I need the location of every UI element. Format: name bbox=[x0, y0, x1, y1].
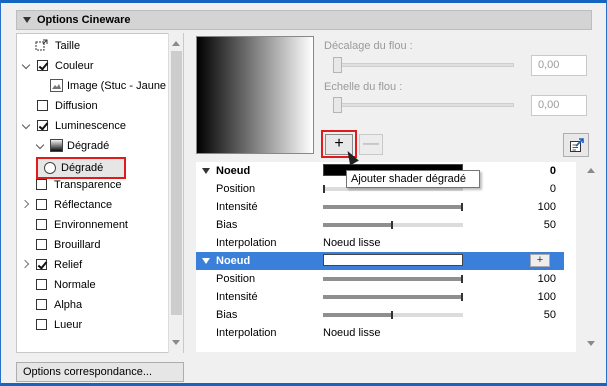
expand-chevron-icon[interactable] bbox=[23, 61, 31, 69]
row-value: 100 bbox=[537, 291, 556, 303]
row-label: Position bbox=[216, 273, 256, 285]
node-row-position[interactable]: Position 100 bbox=[196, 270, 564, 288]
diffusion-checkbox[interactable] bbox=[37, 100, 48, 111]
blur-scale-label: Echelle du flou : bbox=[324, 81, 403, 93]
scroll-up-arrow-icon[interactable] bbox=[587, 168, 595, 173]
expand-chevron-icon[interactable] bbox=[23, 121, 31, 129]
node-row-interpolation[interactable]: Interpolation Noeud lisse bbox=[196, 324, 564, 342]
expand-chevron-icon[interactable] bbox=[37, 141, 45, 149]
node-row-interpolation[interactable]: Interpolation Noeud lisse bbox=[196, 234, 564, 252]
scroll-down-arrow-icon[interactable] bbox=[587, 341, 595, 346]
tree-item-couleur[interactable]: Couleur bbox=[17, 56, 169, 76]
tree-item-taille[interactable]: Taille bbox=[17, 36, 169, 56]
tree-item-label: Couleur bbox=[55, 60, 94, 72]
tooltip: Ajouter shader dégradé bbox=[346, 170, 480, 188]
intensity-slider[interactable] bbox=[323, 203, 463, 211]
collapse-triangle-icon[interactable] bbox=[202, 168, 210, 174]
mapping-options-button[interactable]: Options correspondance... bbox=[16, 362, 184, 382]
export-button[interactable] bbox=[563, 133, 589, 157]
node-row-intensity[interactable]: Intensité 100 bbox=[196, 198, 564, 216]
node-header-selected[interactable]: Noeud + bbox=[196, 252, 564, 270]
blur-scale-knob[interactable] bbox=[333, 97, 342, 113]
remove-button[interactable]: — bbox=[359, 134, 383, 155]
tree-scrollbar[interactable] bbox=[168, 33, 183, 353]
blur-offset-label: Décalage du flou : bbox=[324, 40, 413, 52]
scroll-up-arrow-icon[interactable] bbox=[172, 41, 180, 46]
blur-scale-slider[interactable] bbox=[334, 103, 514, 107]
node-add-button[interactable]: + bbox=[530, 254, 550, 267]
tree-item-label: Image (Stuc - Jaune bbox=[67, 80, 167, 92]
tree-item-label: Dégradé bbox=[61, 162, 104, 174]
bias-slider[interactable] bbox=[323, 221, 463, 229]
row-label: Interpolation bbox=[216, 327, 277, 339]
collapse-triangle-icon[interactable] bbox=[202, 258, 210, 264]
bias-slider[interactable] bbox=[323, 311, 463, 319]
interpolation-value[interactable]: Noeud lisse bbox=[323, 327, 380, 339]
blur-offset-slider[interactable] bbox=[334, 63, 514, 67]
table-scrollbar[interactable] bbox=[584, 162, 598, 352]
intensity-slider[interactable] bbox=[323, 293, 463, 301]
row-value: 0 bbox=[549, 183, 556, 195]
row-label: Interpolation bbox=[216, 237, 277, 249]
gradient-preview bbox=[196, 36, 314, 154]
couleur-checkbox[interactable] bbox=[37, 60, 48, 71]
resize-icon bbox=[35, 39, 48, 51]
row-label: Intensité bbox=[216, 201, 258, 213]
tree-item-label: Taille bbox=[55, 40, 81, 52]
gradient-icon bbox=[50, 139, 63, 152]
row-label: Position bbox=[216, 183, 256, 195]
section-header[interactable]: Options Cineware bbox=[16, 10, 592, 30]
position-slider[interactable] bbox=[323, 275, 463, 283]
section-title: Options Cineware bbox=[37, 14, 131, 26]
scroll-down-arrow-icon[interactable] bbox=[172, 340, 180, 345]
row-value: 50 bbox=[543, 309, 556, 321]
tree-item-label: Luminescence bbox=[55, 120, 126, 132]
export-icon bbox=[570, 138, 584, 152]
blur-offset-field[interactable]: 0,00 bbox=[531, 55, 587, 76]
node-index: 0 bbox=[549, 165, 556, 177]
row-value: 50 bbox=[543, 219, 556, 231]
shader-circle-icon bbox=[44, 162, 56, 174]
tree-item-luminescence[interactable]: Luminescence bbox=[17, 116, 169, 136]
row-value: 100 bbox=[537, 273, 556, 285]
collapse-triangle-icon[interactable] bbox=[23, 17, 31, 23]
tree-item-diffusion[interactable]: Diffusion bbox=[17, 96, 169, 116]
node-color-swatch[interactable] bbox=[323, 254, 463, 266]
tree-item-label: Dégradé bbox=[67, 140, 110, 152]
row-label: Bias bbox=[216, 309, 238, 321]
node-title: Noeud bbox=[216, 255, 251, 267]
scroll-thumb[interactable] bbox=[171, 51, 182, 315]
image-icon bbox=[50, 79, 63, 92]
interpolation-value[interactable]: Noeud lisse bbox=[323, 237, 380, 249]
node-row-intensity[interactable]: Intensité 100 bbox=[196, 288, 564, 306]
row-value: 100 bbox=[537, 201, 556, 213]
row-label: Bias bbox=[216, 219, 238, 231]
tree-item-degrade-selected[interactable]: Dégradé bbox=[36, 157, 126, 179]
blur-scale-field[interactable]: 0,00 bbox=[531, 95, 587, 116]
node-table: Noeud 0 Position 0 Intensité 100 Bias 50… bbox=[196, 162, 576, 352]
luminescence-checkbox[interactable] bbox=[37, 120, 48, 131]
tree-item-image[interactable]: Image (Stuc - Jaune bbox=[17, 76, 182, 96]
blur-offset-knob[interactable] bbox=[333, 57, 342, 73]
channel-tree: Taille Couleur Image (Stuc - Jaune Diffu… bbox=[16, 33, 184, 353]
node-row-bias[interactable]: Bias 50 bbox=[196, 216, 564, 234]
node-row-bias[interactable]: Bias 50 bbox=[196, 306, 564, 324]
tree-item-degrade-group[interactable]: Dégradé bbox=[17, 136, 169, 156]
row-label: Intensité bbox=[216, 291, 258, 303]
node-title: Noeud bbox=[216, 165, 251, 177]
tree-item-label: Diffusion bbox=[55, 100, 98, 112]
